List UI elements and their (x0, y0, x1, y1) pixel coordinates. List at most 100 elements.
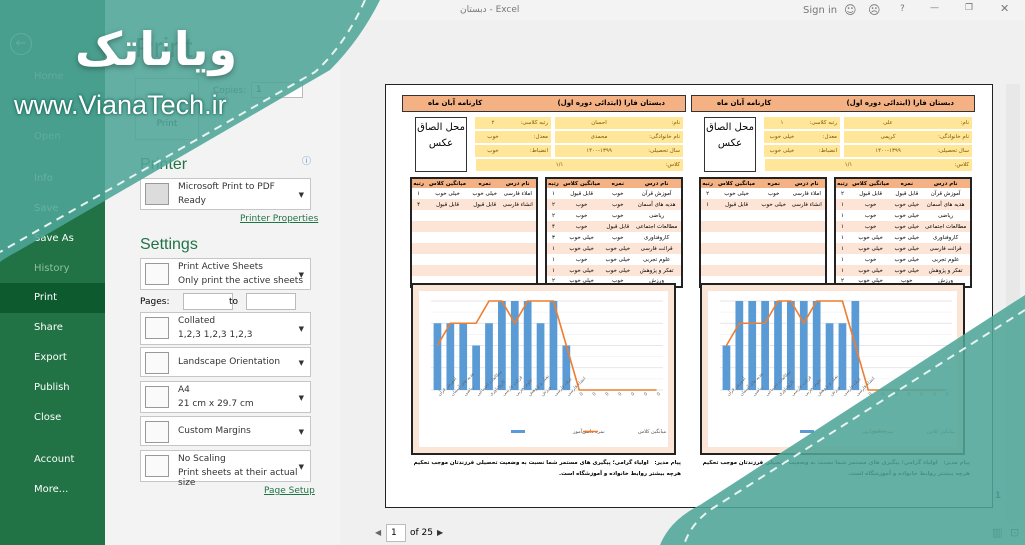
sidebar-item-info[interactable]: Info (0, 164, 105, 194)
current-page-input[interactable]: 1 (386, 524, 406, 542)
copies-input[interactable]: 1 (251, 82, 303, 98)
table-cell (700, 265, 715, 276)
table-row: مطالعات اجتماعی خیلی خوب خوب ۱ (835, 221, 971, 232)
table-cell (500, 210, 537, 221)
table-cell: کاروفناوری (933, 234, 959, 241)
info-avg: معدل: خوب (475, 131, 551, 143)
preview-scrollbar[interactable] (1006, 84, 1020, 524)
landscape-icon (145, 352, 169, 374)
setting-dropdown-1[interactable]: Collated 1,2,3 1,2,3 1,2,3 ▼ (140, 312, 311, 345)
table-cell: کاروفناوری (644, 234, 670, 241)
table-cell (700, 243, 715, 254)
table-row (411, 265, 537, 276)
table-row: کاروفناوری خوب خیلی خوب ۳ (546, 232, 682, 243)
table-row: انشاء فارسی خیلی خوب قابل قبول ۱ (700, 199, 826, 210)
info-key: سال تحصیلی: (937, 148, 969, 154)
next-page-button[interactable]: ▶ (437, 528, 443, 537)
info-value: خیلی خوب (769, 148, 795, 154)
setting-dropdown-3[interactable]: A4 21 cm x 29.7 cm ▼ (140, 381, 311, 413)
info-value: خوب (487, 134, 499, 140)
printer-name: Microsoft Print to PDF (178, 182, 275, 192)
sidebar-item-export[interactable]: Export (0, 343, 105, 373)
legend-label: میانگین کلاس (638, 428, 667, 435)
preview-page: دبستان فارا (ابتدائی دوره اول) کارنامه آب… (385, 84, 1001, 508)
info-value: خوب (487, 148, 499, 154)
message-label: پیام مدیر: (654, 460, 681, 466)
table-cell: آموزش قرآن (641, 190, 672, 197)
printer-properties-link[interactable]: Printer Properties (240, 214, 318, 224)
table-cell: خوب (575, 256, 588, 263)
sidebar-item-share[interactable]: Share (0, 313, 105, 343)
info-key: کلاس: (954, 162, 969, 168)
pages-to-input[interactable] (246, 293, 296, 310)
restore-button[interactable]: ❐ (965, 3, 973, 13)
info-avg: معدل: خیلی خوب (764, 131, 840, 143)
side-grades-table: نام درس نمره میانگین کلاس رتبه املاء فارسی خو… (699, 177, 827, 288)
table-cell (411, 232, 425, 243)
column-header: نمره (603, 178, 633, 188)
table-row: املاء فارسی خیلی خوب خیلی خوب ۱ (411, 188, 537, 199)
table-cell (425, 221, 470, 232)
frown-feedback-icon[interactable]: ☹ (868, 3, 881, 17)
table-cell: ریاضی (649, 212, 665, 219)
sidebar-item-open[interactable]: Open (0, 122, 105, 152)
table-cell: ۴ (546, 221, 560, 232)
info-rank: رتبه کلاسی: ۱ (764, 117, 840, 129)
prev-page-button[interactable]: ◀ (375, 528, 381, 537)
table-cell (425, 232, 470, 243)
grades-chart: آموزش قرآن هدیه های آسمان ریاضی مطالعات اجت… (411, 283, 676, 455)
table-cell: خیلی خوب (569, 234, 594, 241)
table-row (411, 221, 537, 232)
page-number: 1 (994, 491, 1001, 501)
table-row (700, 265, 826, 276)
bar-7 (523, 301, 532, 390)
zoom-to-page-icon[interactable]: ⊡ (1010, 526, 1019, 539)
sidebar-item-print[interactable]: Print (0, 283, 105, 313)
table-cell: خیلی خوب (894, 256, 920, 263)
setting-dropdown-5[interactable]: No Scaling Print sheets at their actual s… (140, 450, 311, 488)
smile-feedback-icon[interactable]: ☺ (844, 3, 857, 17)
table-cell (714, 243, 759, 254)
column-header: رتبه (411, 178, 426, 188)
show-margins-icon[interactable]: ▥ (992, 526, 1002, 539)
close-window-button[interactable]: ✕ (1000, 2, 1009, 15)
minimize-button[interactable]: — (930, 3, 939, 13)
table-cell: ۱ (551, 256, 555, 263)
legend-label: میانگین کلاس (927, 428, 956, 435)
settings-heading: Settings (140, 236, 198, 253)
table-row (700, 210, 826, 221)
sidebar-item-more[interactable]: More... (0, 475, 105, 505)
table-cell: خیلی خوب (603, 243, 633, 254)
back-arrow-icon[interactable]: ← (10, 33, 32, 55)
report-title: کارنامه آبان ماه (428, 99, 483, 107)
table-cell: خوب (559, 221, 604, 232)
pages-from-input[interactable] (183, 293, 233, 310)
table-cell: ۱ (840, 212, 844, 219)
info-class: کلاس: ۱/۱ (476, 159, 683, 171)
printer-dropdown[interactable]: Microsoft Print to PDF Ready ▼ (140, 178, 311, 210)
setting-dropdown-4[interactable]: Custom Margins ▼ (140, 416, 311, 446)
page-setup-link[interactable]: Page Setup (264, 486, 315, 496)
info-value: علی (883, 120, 893, 126)
column-header: نام درس (921, 178, 971, 188)
backstage-sidebar: ← Home Open Info Save Save As History Print Sha… (0, 0, 105, 545)
setting-dropdown-0[interactable]: Print Active Sheets Only print the active… (140, 258, 311, 290)
sign-in-link[interactable]: Sign in (803, 5, 837, 16)
table-cell (700, 254, 714, 265)
sidebar-item-save[interactable]: Save (0, 194, 105, 224)
table-cell: خوب (848, 221, 893, 232)
info-icon[interactable]: ⓘ (302, 154, 311, 167)
sidebar-item-publish[interactable]: Publish (0, 373, 105, 403)
setting-dropdown-2[interactable]: Landscape Orientation ▼ (140, 347, 311, 377)
table-cell: ۴ (411, 199, 426, 210)
table-cell: ۱ (840, 256, 844, 263)
help-icon[interactable]: ? (900, 4, 905, 14)
sidebar-item-close[interactable]: Close (0, 403, 105, 433)
table-cell: خیلی خوب (758, 199, 789, 210)
table-cell: مطالعات اجتماعی (921, 221, 971, 232)
scaling-icon (145, 455, 169, 477)
sidebar-item-save-as[interactable]: Save As (0, 224, 105, 254)
sidebar-item-account[interactable]: Account (0, 445, 105, 475)
table-cell (758, 221, 789, 232)
table-cell: خیلی خوب (894, 234, 920, 241)
